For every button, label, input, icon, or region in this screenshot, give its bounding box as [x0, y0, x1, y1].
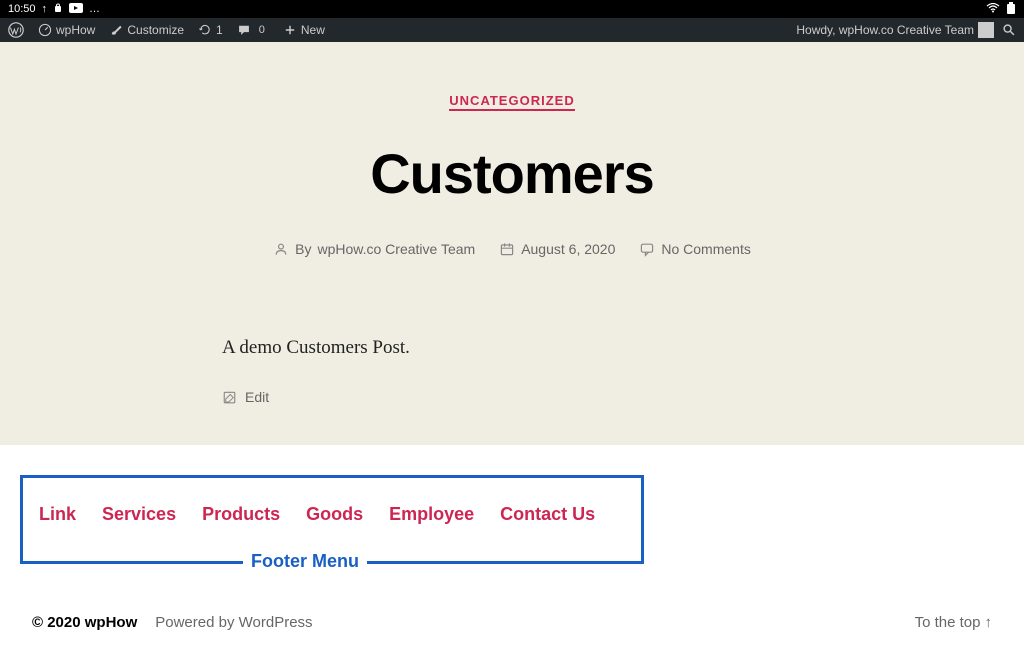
comment-icon [237, 23, 251, 37]
copyright: © 2020 wpHow [32, 614, 137, 631]
device-status-bar: 10:50 ↑ … [0, 0, 1024, 18]
customize-link[interactable]: Customize [109, 23, 184, 37]
powered-by-link[interactable]: Powered by WordPress [155, 614, 312, 631]
post-content: A demo Customers Post. [222, 337, 802, 359]
brush-icon [109, 23, 123, 37]
footer-menu-section: Link Services Products Goods Employee Co… [0, 445, 1024, 594]
youtube-icon [69, 3, 83, 16]
updates-link[interactable]: 1 [198, 23, 223, 37]
to-top-link[interactable]: To the top ↑ [915, 614, 992, 631]
updates-count: 1 [216, 23, 223, 37]
footer-menu-item[interactable]: Employee [389, 504, 474, 525]
comments-meta[interactable]: No Comments [639, 241, 750, 257]
battery-icon [1006, 2, 1016, 17]
upload-icon: ↑ [42, 3, 48, 15]
refresh-icon [198, 23, 212, 37]
wifi-icon [986, 3, 1000, 16]
site-name-label: wpHow [56, 23, 95, 37]
comments-link[interactable]: 0 [237, 23, 269, 37]
footer-menu-list: Link Services Products Goods Employee Co… [23, 478, 641, 561]
post-meta: By wpHow.co Creative Team August 6, 2020… [20, 241, 1004, 257]
footer-menu-item[interactable]: Goods [306, 504, 363, 525]
howdy-label: Howdy, wpHow.co Creative Team [796, 23, 974, 37]
post-body: A demo Customers Post. Edit [0, 317, 1024, 445]
customize-label: Customize [127, 23, 184, 37]
comment-icon [639, 241, 655, 257]
new-label: New [301, 23, 325, 37]
avatar [978, 22, 994, 38]
new-link[interactable]: New [283, 23, 325, 37]
search-toggle[interactable] [1002, 23, 1016, 37]
author-meta: By wpHow.co Creative Team [273, 241, 475, 257]
to-top-label: To the top [915, 614, 981, 631]
post-title: Customers [20, 141, 1004, 206]
comments-label: No Comments [661, 241, 750, 257]
edit-icon [222, 390, 237, 405]
footer-menu-annotation: Link Services Products Goods Employee Co… [20, 475, 644, 564]
footer-menu-item[interactable]: Services [102, 504, 176, 525]
date-meta: August 6, 2020 [499, 241, 615, 257]
post-header: UNCATEGORIZED Customers By wpHow.co Crea… [0, 42, 1024, 317]
bag-icon [53, 3, 63, 16]
footer-menu-annotation-label: Footer Menu [243, 551, 367, 572]
calendar-icon [499, 241, 515, 257]
search-icon [1002, 23, 1016, 37]
category-link[interactable]: UNCATEGORIZED [449, 93, 574, 111]
site-name-link[interactable]: wpHow [38, 23, 95, 37]
plus-icon [283, 23, 297, 37]
footer-menu-item[interactable]: Link [39, 504, 76, 525]
edit-label: Edit [245, 389, 269, 405]
device-time: 10:50 [8, 3, 36, 15]
date-label: August 6, 2020 [521, 241, 615, 257]
admin-bar: wpHow Customize 1 0 New Howdy, wpHow.co … [0, 18, 1024, 42]
edit-link[interactable]: Edit [222, 389, 802, 405]
footer-menu-item[interactable]: Contact Us [500, 504, 595, 525]
howdy-link[interactable]: Howdy, wpHow.co Creative Team [796, 22, 994, 38]
footer-bottom: © 2020 wpHow Powered by WordPress To the… [0, 594, 1024, 651]
more-icon: … [89, 3, 100, 15]
author-prefix: By [295, 241, 311, 257]
user-icon [273, 241, 289, 257]
author-link[interactable]: wpHow.co Creative Team [317, 241, 475, 257]
wp-logo[interactable] [8, 22, 24, 38]
comments-count: 0 [255, 24, 269, 36]
footer-menu-item[interactable]: Products [202, 504, 280, 525]
dashboard-icon [38, 23, 52, 37]
arrow-up-icon: ↑ [985, 614, 993, 631]
